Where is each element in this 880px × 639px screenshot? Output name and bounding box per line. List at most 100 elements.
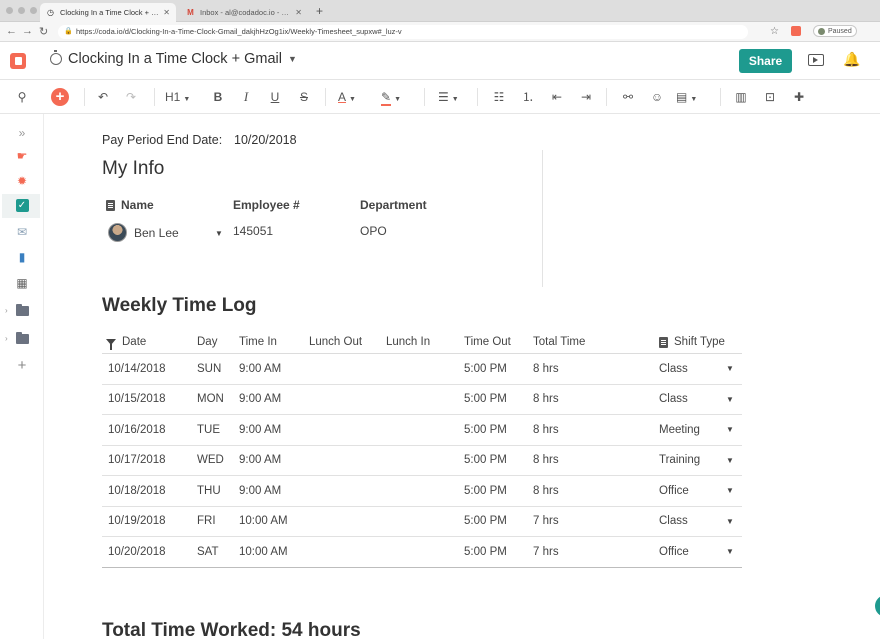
table-row[interactable]: 10/18/2018 THU 9:00 AM 5:00 PM 8 hrs Off… — [102, 476, 742, 507]
chevron-down-icon[interactable]: ▼ — [726, 354, 734, 384]
search-icon[interactable]: ⚲ — [14, 88, 30, 106]
highlight-dropdown[interactable]: ✎ ▼ — [381, 88, 413, 106]
cell-date[interactable]: 10/19/2018 — [108, 507, 166, 537]
cell-date[interactable]: 10/16/2018 — [108, 415, 166, 445]
help-button[interactable] — [875, 595, 880, 617]
table-row[interactable]: 10/16/2018 TUE 9:00 AM 5:00 PM 8 hrs Mee… — [102, 415, 742, 446]
forward-icon[interactable]: → — [22, 25, 33, 37]
cell-day[interactable]: TUE — [197, 415, 220, 445]
outdent-icon[interactable]: ⇤ — [549, 88, 565, 106]
cell-shift-type[interactable]: Office — [659, 476, 689, 506]
coda-logo-icon[interactable] — [10, 53, 26, 69]
column-header-time-out[interactable]: Time Out — [464, 331, 511, 353]
cell-time-out[interactable]: 5:00 PM — [464, 385, 507, 415]
bar-chart-icon[interactable]: ▮ — [13, 248, 31, 266]
chevron-down-icon[interactable]: ▼ — [726, 507, 734, 537]
profile-paused-badge[interactable]: Paused — [812, 25, 857, 37]
chevron-down-icon[interactable]: ▼ — [215, 229, 223, 238]
chevron-down-icon[interactable]: ▼ — [726, 537, 734, 567]
comment-dropdown[interactable]: ▤ ▼ — [676, 88, 706, 106]
cell-time-out[interactable]: 5:00 PM — [464, 354, 507, 384]
heading-dropdown[interactable]: H1 ▼ — [165, 88, 197, 106]
cell-date[interactable]: 10/15/2018 — [108, 385, 166, 415]
italic-button[interactable]: I — [239, 88, 253, 106]
chevron-down-icon[interactable]: ▼ — [726, 385, 734, 415]
folder-icon[interactable] — [13, 330, 31, 348]
cell-shift-type[interactable]: Meeting — [659, 415, 700, 445]
column-header-lunch-out[interactable]: Lunch Out — [309, 331, 362, 353]
cell-shift-type[interactable]: Class — [659, 354, 688, 384]
underline-button[interactable]: U — [268, 88, 282, 106]
calendar-icon[interactable]: ▦ — [13, 274, 31, 292]
cell-day[interactable]: WED — [197, 446, 224, 476]
robot-icon[interactable]: ⊡ — [762, 88, 778, 106]
table-row[interactable]: 10/20/2018 SAT 10:00 AM 5:00 PM 7 hrs Of… — [102, 537, 742, 568]
chevron-down-icon[interactable]: ▼ — [726, 446, 734, 476]
chevron-right-icon[interactable]: › — [5, 306, 8, 315]
expand-sidebar-icon[interactable]: » — [13, 124, 31, 142]
cell-shift-type[interactable]: Class — [659, 507, 688, 537]
column-header-day[interactable]: Day — [197, 331, 217, 353]
filter-icon[interactable] — [106, 339, 116, 350]
numbered-list-icon[interactable]: ⒈ — [520, 88, 536, 106]
url-field[interactable]: 🔒 https://coda.io/d/Clocking-In-a-Time-C… — [58, 25, 748, 39]
star-icon[interactable]: ☆ — [770, 26, 779, 37]
chevron-down-icon[interactable]: ▼ — [726, 476, 734, 506]
window-controls[interactable] — [6, 7, 37, 14]
indent-icon[interactable]: ⇥ — [578, 88, 594, 106]
employee-column-header[interactable]: Employee # — [233, 198, 300, 212]
undo-icon[interactable]: ↶ — [95, 88, 111, 106]
employee-name[interactable]: Ben Lee — [134, 226, 179, 240]
browser-tab-coda[interactable]: ◷ Clocking In a Time Clock + Gm ✕ — [40, 3, 176, 22]
checkbox-page-icon[interactable]: ✓ — [13, 197, 31, 215]
browser-tab-gmail[interactable]: M Inbox - al@codadoc.io - Coda ✕ — [180, 3, 308, 22]
close-icon[interactable]: ✕ — [295, 8, 302, 17]
pointing-hand-icon[interactable]: ☛ — [13, 147, 31, 165]
cell-day[interactable]: FRI — [197, 507, 216, 537]
present-icon[interactable] — [808, 54, 824, 66]
bell-icon[interactable]: 🔔 — [843, 51, 860, 69]
close-icon[interactable]: ✕ — [163, 8, 170, 17]
chevron-down-icon[interactable]: ▼ — [726, 415, 734, 445]
column-header-lunch-in[interactable]: Lunch In — [386, 331, 430, 353]
link-icon[interactable]: ⚯ — [620, 88, 636, 106]
cell-day[interactable]: MON — [197, 385, 224, 415]
cell-time-in[interactable]: 10:00 AM — [239, 507, 288, 537]
cell-time-out[interactable]: 5:00 PM — [464, 537, 507, 567]
cell-day[interactable]: SUN — [197, 354, 221, 384]
insert-plus-icon[interactable]: + — [51, 88, 69, 106]
emoji-icon[interactable]: ☺ — [649, 88, 665, 106]
folder-icon[interactable] — [13, 302, 31, 320]
bulleted-list-icon[interactable]: ☷ — [491, 88, 507, 106]
bold-button[interactable]: B — [211, 88, 225, 106]
table-row[interactable]: 10/14/2018 SUN 9:00 AM 5:00 PM 8 hrs Cla… — [102, 354, 742, 385]
doc-title-menu[interactable]: Clocking In a Time Clock + Gmail ▼ — [50, 50, 297, 67]
cell-time-out[interactable]: 5:00 PM — [464, 476, 507, 506]
department-column-header[interactable]: Department — [360, 198, 427, 212]
column-header-date[interactable]: Date — [106, 331, 146, 353]
cell-shift-type[interactable]: Office — [659, 537, 689, 567]
cell-shift-type[interactable]: Class — [659, 385, 688, 415]
align-dropdown[interactable]: ☰ ▼ — [438, 88, 464, 106]
cell-shift-type[interactable]: Training — [659, 446, 700, 476]
chevron-right-icon[interactable]: › — [5, 334, 8, 343]
department-value[interactable]: OPO — [360, 224, 387, 238]
add-page-icon[interactable]: + — [13, 357, 31, 375]
column-header-shift-type[interactable]: Shift Type — [659, 331, 725, 353]
cell-time-out[interactable]: 5:00 PM — [464, 415, 507, 445]
pay-period-value[interactable]: 10/20/2018 — [234, 133, 297, 147]
puzzle-icon[interactable]: ✚ — [791, 88, 807, 106]
table-row[interactable]: 10/17/2018 WED 9:00 AM 5:00 PM 8 hrs Tra… — [102, 446, 742, 476]
coda-extension-icon[interactable] — [790, 26, 801, 36]
cell-time-in[interactable]: 9:00 AM — [239, 446, 281, 476]
share-button[interactable]: Share — [739, 49, 792, 73]
back-icon[interactable]: ← — [6, 25, 17, 37]
redo-icon[interactable]: ↷ — [123, 88, 139, 106]
sun-icon[interactable]: ✹ — [13, 172, 31, 190]
cell-time-in[interactable]: 9:00 AM — [239, 385, 281, 415]
text-color-dropdown[interactable]: A ▼ — [338, 88, 370, 106]
cell-day[interactable]: THU — [197, 476, 221, 506]
map-icon[interactable]: ▥ — [733, 88, 749, 106]
name-column-header[interactable]: Name — [106, 198, 154, 212]
cell-date[interactable]: 10/18/2018 — [108, 476, 166, 506]
